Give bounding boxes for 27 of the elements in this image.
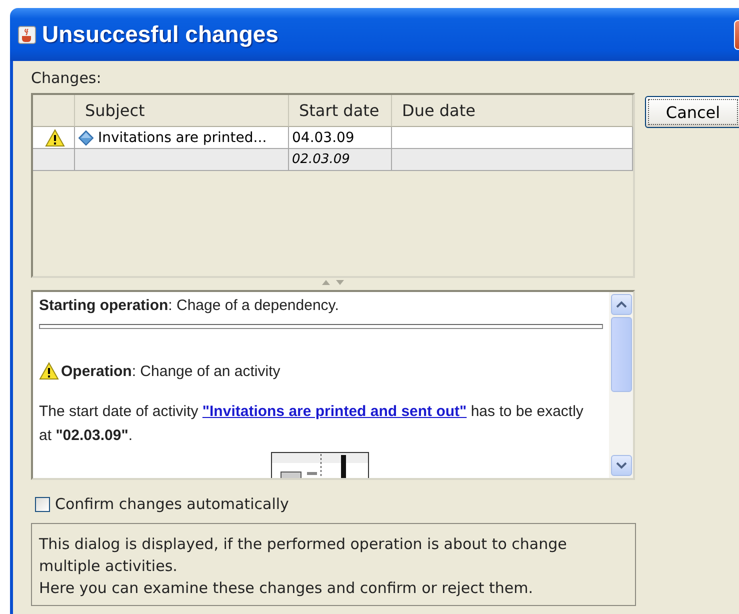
info-text: Here you can examine these changes and confirm or reject them.: [39, 578, 534, 599]
scroll-thumb[interactable]: [610, 317, 632, 392]
info-text: This dialog is displayed, if the performed operation is about to change multiple activities.: [39, 534, 568, 577]
scroll-down-button[interactable]: [610, 455, 632, 476]
java-cup-icon: [18, 26, 36, 44]
checkbox[interactable]: [35, 496, 50, 512]
checkbox-label[interactable]: Confirm changes automatically: [55, 495, 289, 513]
scroll-up-button[interactable]: [610, 294, 632, 315]
column-header[interactable]: [33, 95, 75, 127]
changes-label: Changes:: [31, 69, 102, 89]
activity-message: The start date of activity "Invitations are printed and sent out" has to be exactly at "02.03.09".: [39, 402, 584, 446]
warning-icon: [39, 362, 59, 380]
cancel-button[interactable]: Cancel: [645, 96, 739, 128]
diamond-icon: [78, 130, 94, 146]
window-title: Unsuccesful changes: [42, 21, 280, 48]
scrollbar[interactable]: [609, 292, 633, 478]
column-header[interactable]: Due date: [392, 95, 633, 127]
operation-text: Operation: Change of an activity: [61, 362, 280, 380]
starting-operation-text: Starting operation: Chage of a dependency.: [39, 297, 340, 314]
column-header[interactable]: Start date: [289, 95, 392, 127]
chevron-down-icon: [616, 462, 626, 469]
activity-link[interactable]: "Invitations are printed and sent out": [202, 403, 467, 420]
table-cell: 02.03.09: [289, 149, 392, 171]
chevron-up-icon: [616, 301, 626, 308]
table-cell: 04.03.09: [289, 127, 392, 149]
subject-text: Invitations are printed...: [98, 130, 267, 146]
column-header[interactable]: Subject: [75, 95, 289, 127]
